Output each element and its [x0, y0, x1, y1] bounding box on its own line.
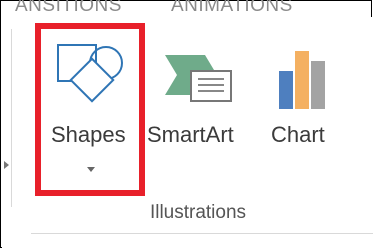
ribbon-bottom-border: [31, 233, 373, 234]
illustrations-label: Illustrations: [149, 202, 247, 223]
chart-icon: [279, 51, 325, 109]
group-divider: [11, 29, 12, 207]
ribbon-frame: ANSITIONS ANIMATIONS Shapes SmartArt Cha…: [0, 0, 374, 249]
ribbon-tabs: ANSITIONS ANIMATIONS: [1, 0, 374, 17]
smartart-icon: [165, 55, 232, 102]
smartart-label: SmartArt: [147, 122, 234, 147]
scroll-left-icon[interactable]: [4, 161, 9, 169]
tab-animations[interactable]: ANIMATIONS: [171, 0, 293, 17]
tab-transitions[interactable]: ANSITIONS: [15, 0, 122, 17]
group-label: Illustrations: [1, 202, 374, 224]
chart-label: Chart: [271, 122, 325, 147]
highlight-box: [35, 23, 145, 196]
